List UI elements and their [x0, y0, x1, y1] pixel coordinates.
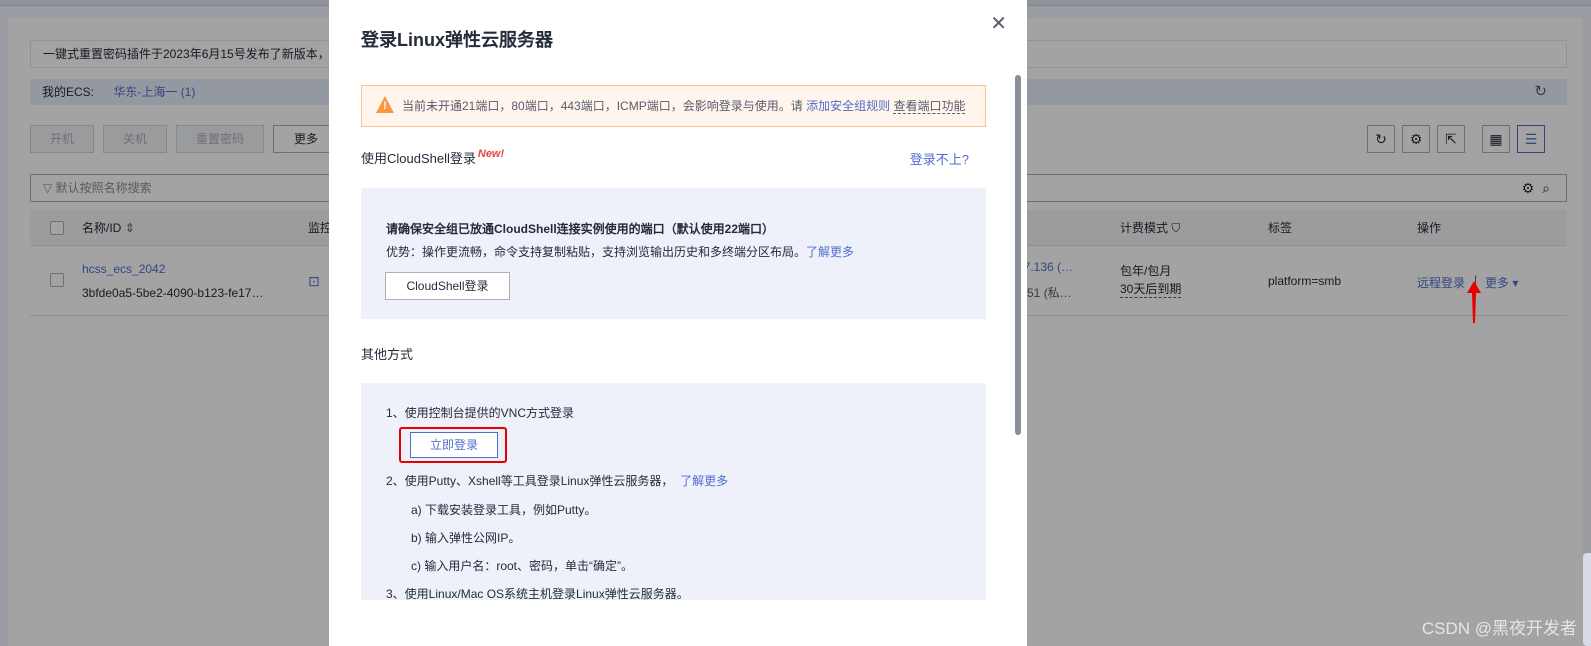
putty-step-a: a) 下载安装登录工具，例如Putty。 — [411, 503, 597, 517]
annotation-arrow-icon — [1467, 281, 1481, 323]
putty-step-c: c) 输入用户名：root、密码，单击“确定”。 — [411, 559, 634, 573]
side-float-widget[interactable] — [1583, 553, 1591, 646]
watermark: CSDN @黑夜开发者 — [1421, 619, 1577, 638]
cloudshell-learn-more-link[interactable]: 了解更多 — [806, 245, 854, 259]
port-warning: ! 当前未开通21端口，80端口，443端口，ICMP端口，会影响登录与使用。请… — [361, 85, 986, 127]
putty-learn-more-link[interactable]: 了解更多 — [680, 474, 728, 488]
login-help-link[interactable]: 登录不上? — [910, 149, 969, 168]
cloudshell-login-button[interactable]: CloudShell登录 — [385, 272, 510, 300]
linux-mac-step: 3、使用Linux/Mac OS系统主机登录Linux弹性云服务器。 — [386, 587, 689, 601]
putty-step: 2、使用Putty、Xshell等工具登录Linux弹性云服务器， 了解更多 — [386, 472, 728, 489]
advantage-text: 优势：操作更流畅，命令支持复制粘贴，支持浏览输出历史和多终端分区布局。 — [386, 245, 807, 259]
other-methods-title: 其他方式 — [361, 347, 414, 362]
add-security-rule-link[interactable]: 添加安全组规则 — [806, 99, 890, 113]
putty-step-b: b) 输入弹性公网IP。 — [411, 531, 521, 545]
putty-step-text: 2、使用Putty、Xshell等工具登录Linux弹性云服务器， — [386, 474, 674, 488]
cloudshell-panel: 请确保安全组已放通CloudShell连接实例使用的端口（默认使用22端口） 优… — [361, 188, 986, 319]
cloudshell-section-title: 使用CloudShell登录 New! — [361, 148, 504, 167]
vnc-step: 1、使用控制台提供的VNC方式登录 — [386, 406, 575, 420]
close-icon[interactable]: ✕ — [990, 10, 1007, 38]
other-methods-panel: 1、使用控制台提供的VNC方式登录 立即登录 2、使用Putty、Xshell等… — [361, 383, 986, 601]
warning-icon-mark: ! — [383, 100, 387, 112]
cloudshell-title: 使用CloudShell登录 — [361, 151, 476, 166]
cloudshell-port-notice: 请确保安全组已放通CloudShell连接实例使用的端口（默认使用22端口） — [386, 222, 775, 236]
view-port-function-link[interactable]: 查看端口功能 — [893, 99, 966, 114]
vnc-login-now-button[interactable]: 立即登录 — [410, 432, 498, 458]
login-dialog: 登录Linux弹性云服务器 ✕ ! 当前未开通21端口，80端口，443端口，I… — [329, 0, 1027, 646]
new-badge: New! — [477, 148, 505, 160]
dialog-scrollbar[interactable] — [1015, 75, 1021, 435]
dialog-title: 登录Linux弹性云服务器 — [361, 30, 553, 50]
warning-text: 当前未开通21端口，80端口，443端口，ICMP端口，会影响登录与使用。请 — [402, 99, 803, 113]
cloudshell-advantage: 优势：操作更流畅，命令支持复制粘贴，支持浏览输出历史和多终端分区布局。了解更多 — [386, 243, 854, 260]
